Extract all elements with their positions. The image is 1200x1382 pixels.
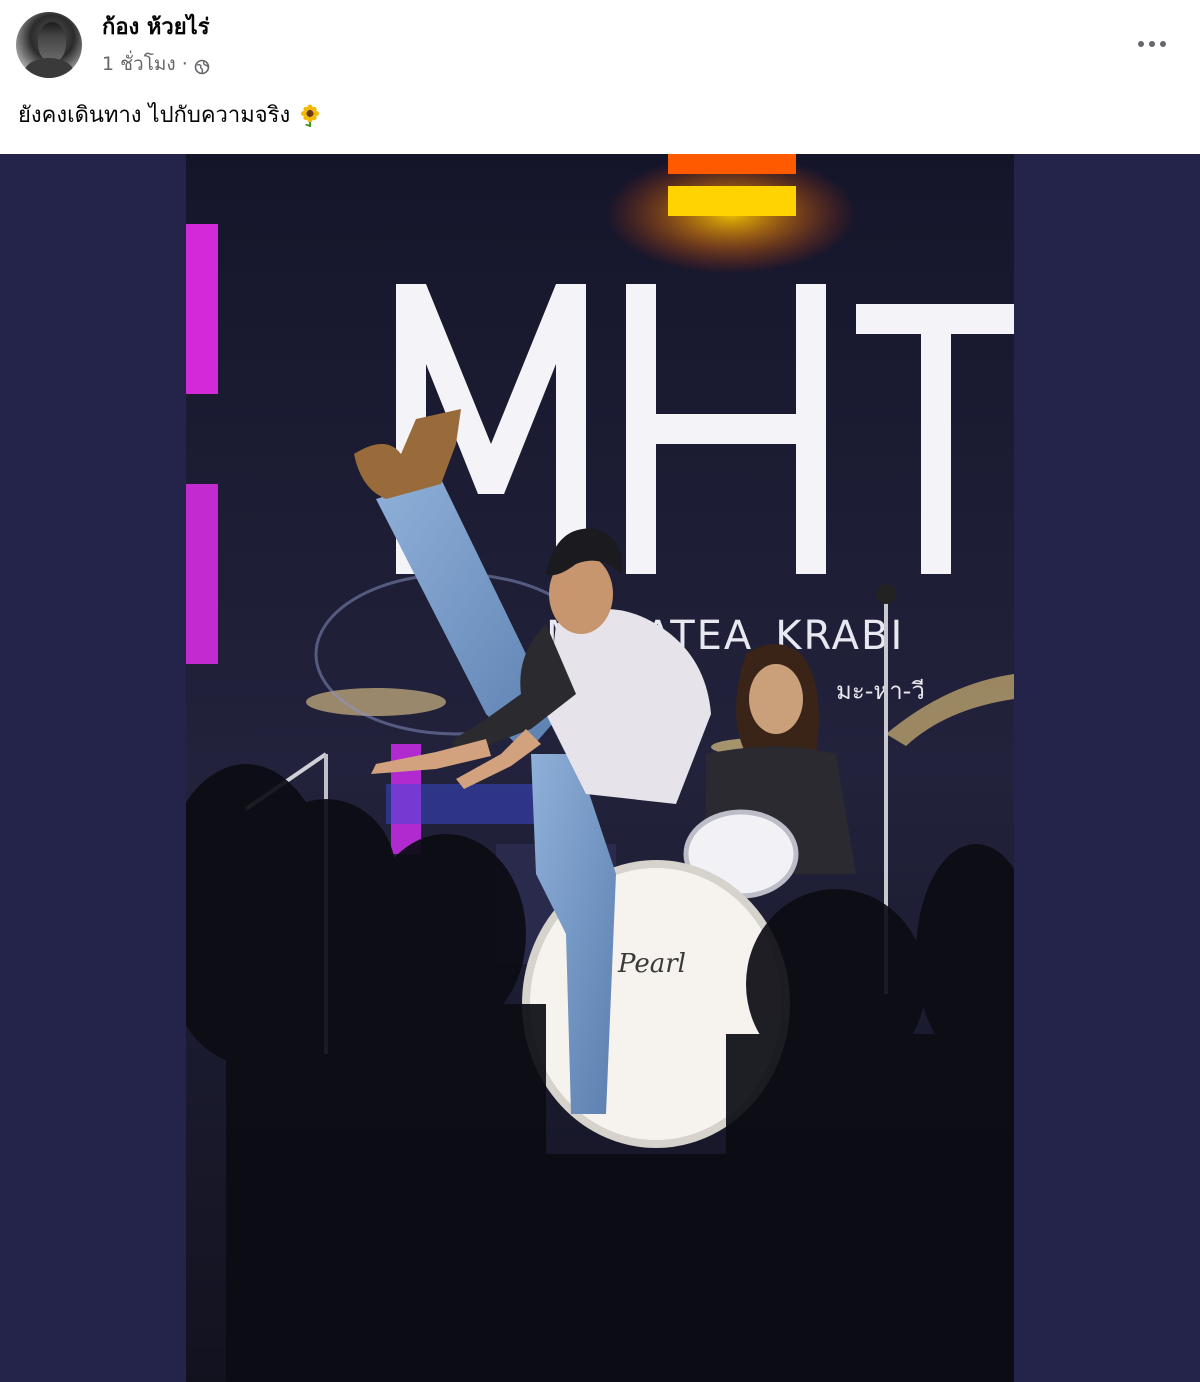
- concert-photo[interactable]: MAHATEA_KRABI มะ-หา-วี Pearl: [186, 154, 1014, 1382]
- sunflower-icon: [298, 104, 322, 128]
- post-meta: 1 ชั่วโมง ·: [102, 51, 210, 77]
- more-dot: [1149, 41, 1155, 47]
- post-header: ก้อง ห้วยไร่ 1 ชั่วโมง ·: [0, 0, 1200, 92]
- avatar-shoulder: [24, 58, 74, 78]
- sign-thai-text: มะ-หา-วี: [836, 677, 925, 705]
- author-name[interactable]: ก้อง ห้วยไร่: [102, 14, 210, 42]
- caption-text: ยังคงเดินทาง ไปกับความจริง: [18, 103, 291, 128]
- more-dot: [1138, 41, 1144, 47]
- more-dot: [1160, 41, 1166, 47]
- post-time[interactable]: 1 ชั่วโมง: [102, 51, 176, 77]
- avatar-face: [38, 22, 66, 62]
- drum-brand-text: Pearl: [617, 949, 686, 979]
- concert-scene: MAHATEA_KRABI มะ-หา-วี Pearl: [186, 154, 1014, 1382]
- meta-separator: ·: [181, 53, 188, 75]
- globe-icon[interactable]: [194, 56, 210, 75]
- more-options-icon[interactable]: [1128, 26, 1176, 62]
- author-avatar[interactable]: [16, 12, 82, 78]
- post-photo-frame[interactable]: MAHATEA_KRABI มะ-หา-วี Pearl: [0, 154, 1200, 1382]
- post-caption: ยังคงเดินทาง ไปกับความจริง: [18, 100, 322, 132]
